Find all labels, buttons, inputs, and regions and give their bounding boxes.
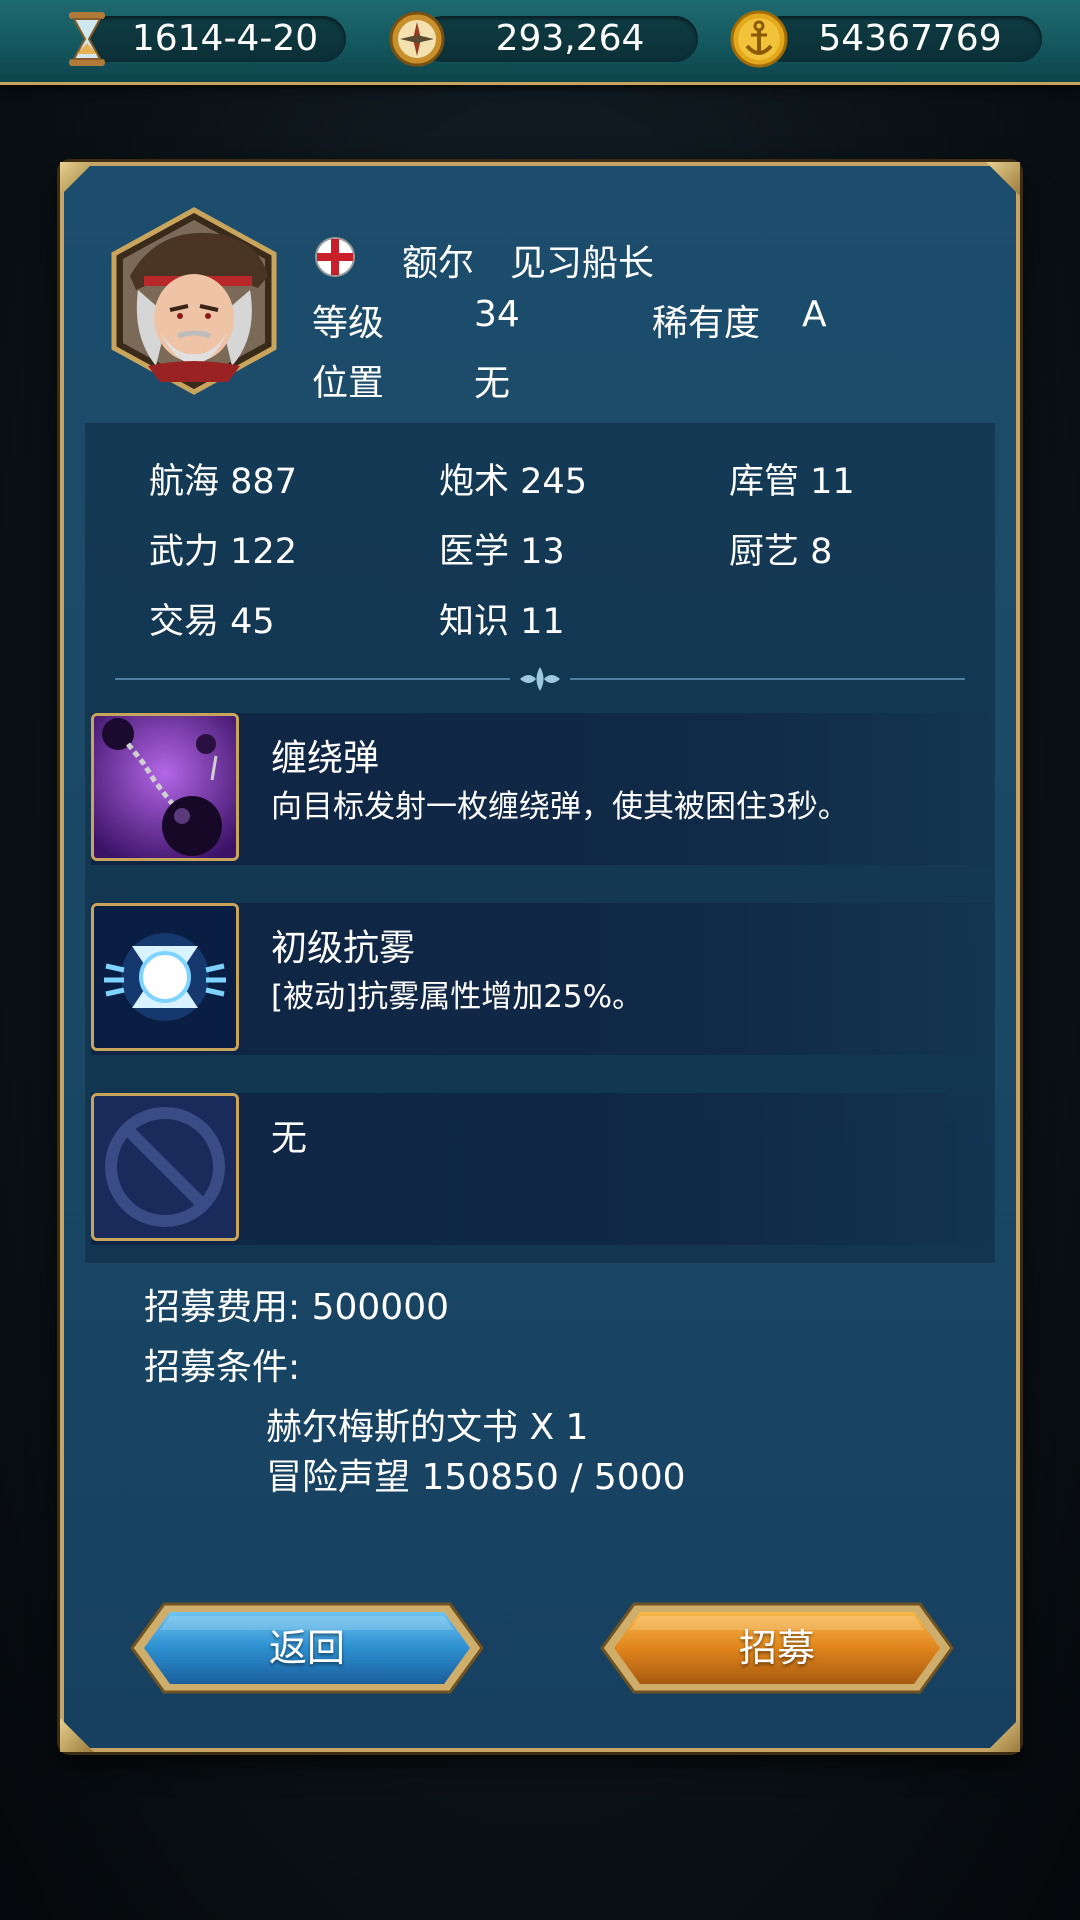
level-value: 34 [474, 294, 520, 335]
compass-value: 293,264 [495, 18, 645, 59]
stat-combat: 武力 122 [149, 523, 297, 574]
recruit-cost-label: 招募费用: [144, 1287, 301, 1328]
stat-navigation: 航海 887 [149, 453, 297, 504]
anchor-coin-icon [730, 10, 788, 68]
back-button[interactable]: 返回 [124, 1598, 490, 1698]
gold-value: 54367769 [818, 18, 1002, 59]
stat-medicine: 医学 13 [439, 523, 565, 574]
stat-label: 交易 [149, 602, 220, 642]
panel-corner-ornament [986, 162, 1020, 196]
stat-value: 887 [230, 462, 297, 502]
skill-row[interactable]: 缠绕弹 向目标发射一枚缠绕弹，使其被困住3秒。 [91, 713, 991, 865]
captain-title: 见习船长 [510, 243, 655, 284]
recruit-button[interactable]: 招募 [594, 1598, 960, 1698]
stat-cooking: 厨艺 8 [729, 523, 832, 574]
stat-trade: 交易 45 [149, 593, 275, 644]
skill-row[interactable]: 初级抗雾 [被动]抗雾属性增加25%。 [91, 903, 991, 1055]
recruit-condition-item: 冒险声望 150850 / 5000 [266, 1457, 686, 1498]
skill-name: 无 [271, 1118, 308, 1159]
position-value: 无 [474, 363, 511, 404]
recruit-cost-value: 500000 [311, 1287, 450, 1328]
stat-value: 13 [520, 532, 565, 572]
recruit-conditions-label: 招募条件: [144, 1347, 301, 1388]
stat-value: 11 [810, 462, 855, 502]
england-flag-icon [314, 236, 356, 278]
ornament-divider [115, 667, 965, 691]
stat-label: 航海 [149, 462, 220, 502]
captain-portrait [108, 206, 280, 396]
stat-value: 45 [230, 602, 275, 642]
skill-name: 缠绕弹 [271, 738, 380, 779]
stat-label: 武力 [149, 532, 220, 572]
panel-corner-ornament [60, 162, 94, 196]
empty-slot-icon [91, 1093, 239, 1241]
back-button-label: 返回 [268, 1626, 345, 1670]
skill-row-empty[interactable]: 无 [91, 1093, 991, 1245]
skill-description: [被动]抗雾属性增加25%。 [271, 979, 644, 1015]
rarity-value: A [802, 294, 827, 335]
panel-corner-ornament [986, 1718, 1020, 1752]
skill-description: 向目标发射一枚缠绕弹，使其被困住3秒。 [271, 789, 849, 825]
stat-value: 11 [520, 602, 565, 642]
fog-resist-icon [91, 903, 239, 1051]
stat-label: 炮术 [439, 462, 510, 502]
stat-gunnery: 炮术 245 [439, 453, 587, 504]
hourglass-icon [58, 10, 116, 68]
rarity-label: 稀有度 [652, 303, 761, 344]
resource-bar: 1614-4-20 293,264 54367769 [0, 0, 1080, 85]
stat-value: 8 [810, 532, 833, 572]
recruit-cost: 招募费用: 500000 [144, 1278, 449, 1330]
stat-label: 库管 [729, 462, 800, 502]
level-label: 等级 [312, 303, 385, 344]
panel-corner-ornament [60, 1718, 94, 1752]
captain-recruit-dialog: 额尔 见习船长 等级 34 稀有度 A 位置 无 航海 887 炮术 245 库… [60, 162, 1020, 1752]
stat-label: 知识 [439, 602, 510, 642]
stat-label: 医学 [439, 532, 510, 572]
stat-storage: 库管 11 [729, 453, 855, 504]
stat-value: 122 [230, 532, 297, 572]
position-label: 位置 [312, 363, 385, 404]
captain-name: 额尔 [402, 243, 475, 284]
chain-shot-icon [91, 713, 239, 861]
date-value: 1614-4-20 [131, 18, 319, 59]
stat-knowledge: 知识 11 [439, 593, 565, 644]
recruit-button-label: 招募 [738, 1626, 815, 1670]
compass-icon [388, 10, 446, 68]
skill-name: 初级抗雾 [271, 928, 416, 969]
recruit-condition-item: 赫尔梅斯的文书 X 1 [266, 1407, 589, 1448]
stats-panel: 航海 887 炮术 245 库管 11 武力 122 医学 13 厨艺 8 交易… [84, 422, 996, 1264]
stat-label: 厨艺 [729, 532, 800, 572]
stat-value: 245 [520, 462, 587, 502]
